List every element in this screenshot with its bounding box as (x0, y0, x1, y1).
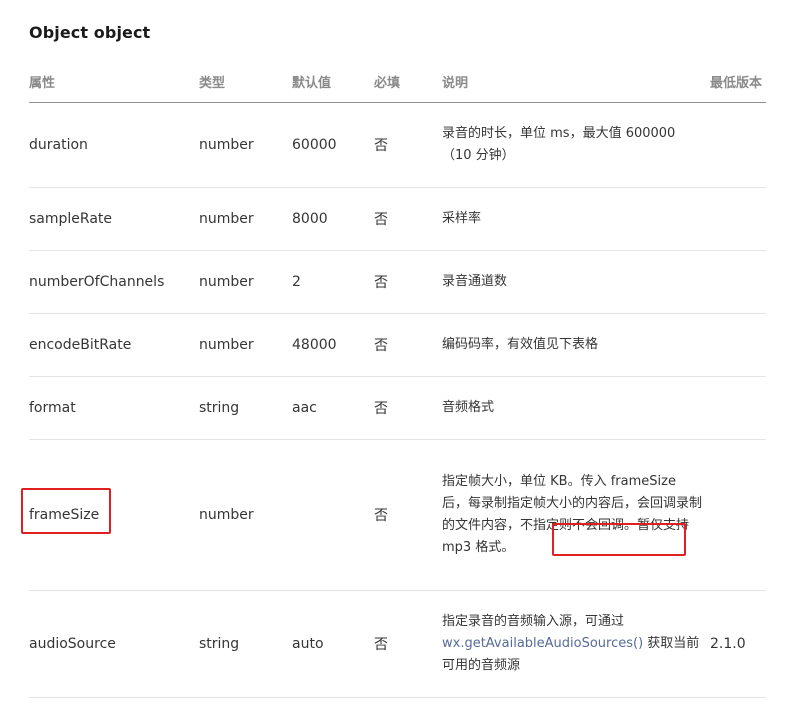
description-text: 指定录音的音频输入源，可通过 (442, 614, 625, 629)
description-text: 录音的时长，单位 ms，最大值 600000（10 分钟） (442, 126, 676, 163)
table-row: format string aac 否 音频格式 (29, 376, 766, 440)
doc-page: Object object 属性 类型 默认值 必填 说明 最低版本 durat… (0, 0, 808, 721)
header-type: 类型 (199, 60, 292, 103)
cell-min-version (710, 250, 766, 314)
cell-property: sampleRate (29, 187, 199, 251)
description-link[interactable]: wx.getAvailableAudioSources() (442, 636, 643, 651)
header-property: 属性 (29, 60, 199, 103)
cell-type: number (199, 439, 292, 591)
cell-property: audioSource (29, 590, 199, 698)
header-description: 说明 (442, 60, 710, 103)
cell-property: numberOfChannels (29, 250, 199, 314)
description-text: 编码码率，有效值见下表格 (442, 337, 599, 352)
cell-min-version (710, 313, 766, 377)
cell-default: 60000 (292, 102, 374, 188)
cell-description: 指定帧大小，单位 KB。传入 frameSize 后，每录制指定帧大小的内容后，… (442, 439, 710, 591)
cell-default: 48000 (292, 313, 374, 377)
cell-min-version (710, 187, 766, 251)
cell-required: 否 (374, 376, 442, 440)
table-row: duration number 60000 否 录音的时长，单位 ms，最大值 … (29, 102, 766, 188)
cell-required: 否 (374, 187, 442, 251)
table-row: numberOfChannels number 2 否 录音通道数 (29, 250, 766, 314)
cell-property: format (29, 376, 199, 440)
cell-default: auto (292, 590, 374, 698)
params-table: 属性 类型 默认值 必填 说明 最低版本 duration number 600… (29, 60, 766, 698)
description-text: 录音通道数 (442, 274, 508, 289)
cell-required: 否 (374, 250, 442, 314)
cell-description: 录音通道数 (442, 250, 710, 314)
cell-type: number (199, 313, 292, 377)
cell-min-version (710, 439, 766, 591)
cell-description: 编码码率，有效值见下表格 (442, 313, 710, 377)
cell-min-version (710, 102, 766, 188)
cell-description: 采样率 (442, 187, 710, 251)
header-min-version: 最低版本 (710, 60, 766, 103)
cell-type: number (199, 187, 292, 251)
cell-property: encodeBitRate (29, 313, 199, 377)
cell-required: 否 (374, 590, 442, 698)
cell-property: frameSize (29, 439, 199, 591)
table-header-row: 属性 类型 默认值 必填 说明 最低版本 (29, 60, 766, 103)
cell-default (292, 439, 374, 591)
cell-required: 否 (374, 102, 442, 188)
cell-default: 2 (292, 250, 374, 314)
cell-description: 指定录音的音频输入源，可通过 wx.getAvailableAudioSourc… (442, 590, 710, 698)
header-required: 必填 (374, 60, 442, 103)
cell-description: 录音的时长，单位 ms，最大值 600000（10 分钟） (442, 102, 710, 188)
cell-description: 音频格式 (442, 376, 710, 440)
table-row: frameSize number 否 指定帧大小，单位 KB。传入 frameS… (29, 439, 766, 591)
cell-required: 否 (374, 313, 442, 377)
cell-type: string (199, 590, 292, 698)
description-text: 音频格式 (442, 400, 495, 415)
cell-default: aac (292, 376, 374, 440)
cell-min-version (710, 376, 766, 440)
cell-min-version: 2.1.0 (710, 590, 766, 698)
cell-type: string (199, 376, 292, 440)
section-title: Object object (29, 23, 151, 42)
cell-property: duration (29, 102, 199, 188)
cell-required: 否 (374, 439, 442, 591)
table-row: sampleRate number 8000 否 采样率 (29, 187, 766, 251)
table-row: audioSource string auto 否 指定录音的音频输入源，可通过… (29, 590, 766, 698)
description-text: 采样率 (442, 211, 482, 226)
cell-default: 8000 (292, 187, 374, 251)
description-text: 指定帧大小，单位 KB。传入 frameSize 后，每录制指定帧大小的内容后，… (442, 474, 703, 555)
cell-type: number (199, 250, 292, 314)
header-default: 默认值 (292, 60, 374, 103)
cell-type: number (199, 102, 292, 188)
table-row: encodeBitRate number 48000 否 编码码率，有效值见下表… (29, 313, 766, 377)
